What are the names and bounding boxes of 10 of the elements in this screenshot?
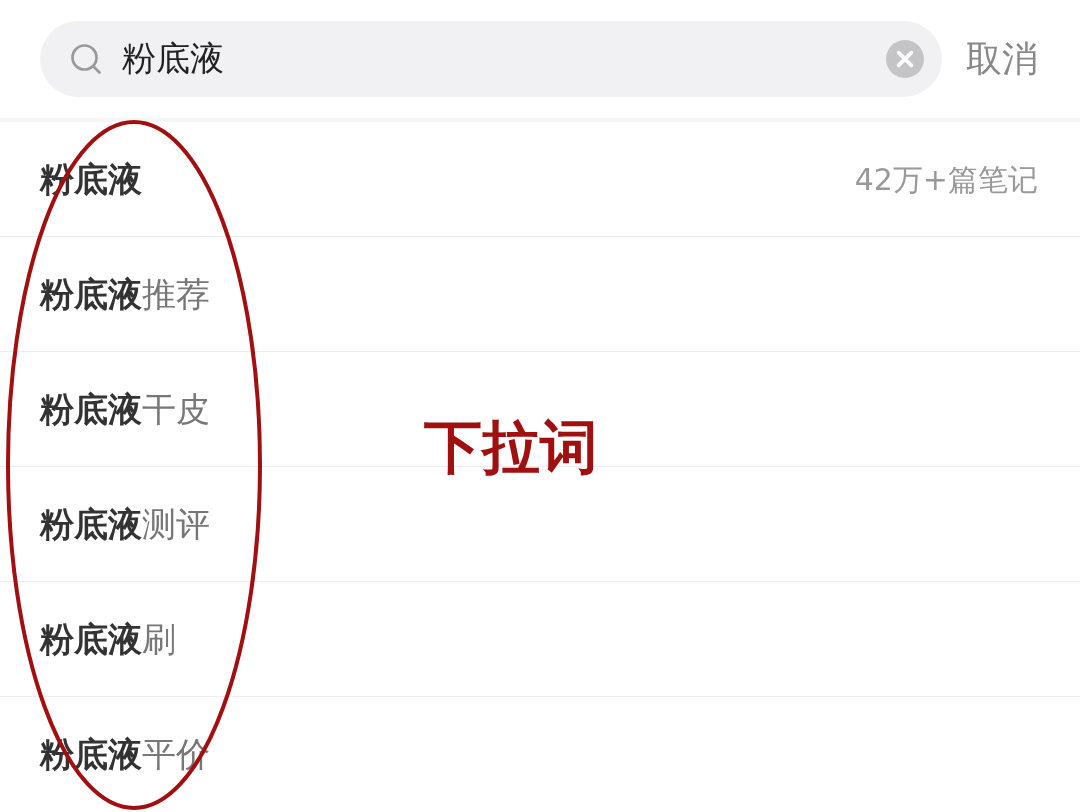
search-icon: [68, 41, 104, 77]
cancel-button[interactable]: 取消: [966, 32, 1038, 86]
note-count: 42万+篇笔记: [854, 160, 1038, 199]
clear-icon[interactable]: [886, 40, 924, 78]
suggestion-item[interactable]: 粉底液测评: [40, 498, 210, 550]
search-field[interactable]: 粉底液: [40, 21, 942, 97]
suggestion-item[interactable]: 粉底液干皮: [40, 383, 210, 435]
annotation-label: 下拉词: [424, 412, 598, 483]
suggestion-item[interactable]: 粉底液刷: [40, 613, 176, 665]
suggestion-item[interactable]: 粉底液推荐: [40, 268, 210, 320]
